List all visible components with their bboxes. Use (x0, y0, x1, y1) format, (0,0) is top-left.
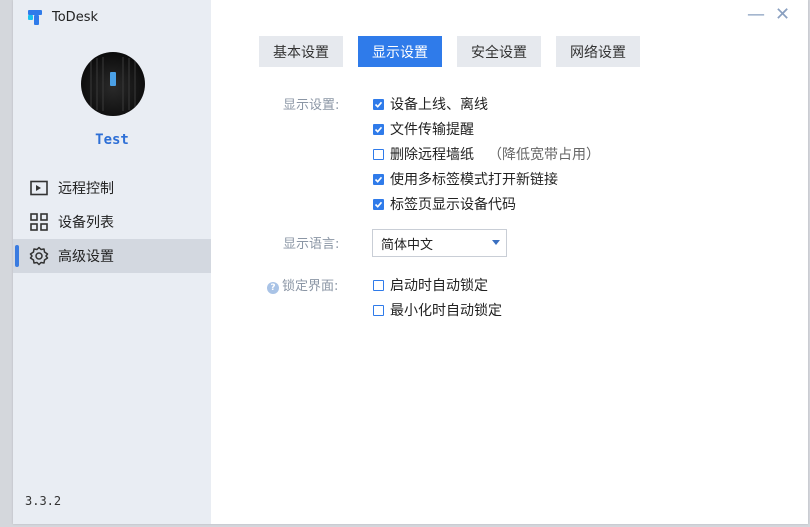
avatar[interactable] (81, 52, 145, 116)
display-settings-label: 显示设置: (283, 98, 340, 113)
option-tab-show-device-code[interactable]: 标签页显示设备代码 (373, 194, 516, 214)
app-version: 3.3.2 (25, 494, 62, 508)
option-multi-tab-mode[interactable]: 使用多标签模式打开新链接 (373, 169, 558, 189)
option-remove-remote-wallpaper[interactable]: 删除远程墙纸 （降低宽带占用） (373, 144, 600, 164)
option-label: 最小化时自动锁定 (390, 303, 502, 319)
sidebar-nav: 远程控制 设备列表 高级设置 (13, 171, 211, 273)
settings-tabs: 基本设置 显示设置 安全设置 网络设置 (259, 36, 655, 67)
tab-network-settings[interactable]: 网络设置 (556, 36, 640, 67)
checkbox-unchecked[interactable] (373, 279, 384, 291)
sidebar-item-label: 远程控制 (58, 181, 114, 197)
option-label: 设备上线、离线 (390, 97, 488, 113)
option-label: 删除远程墙纸 (390, 147, 474, 163)
sidebar-item-remote-control[interactable]: 远程控制 (13, 171, 211, 205)
help-icon[interactable]: ? (267, 282, 279, 294)
dropdown-caret-icon (492, 240, 500, 245)
option-label: 标签页显示设备代码 (390, 197, 516, 213)
lock-interface-label: ? 锁定界面: (267, 275, 338, 294)
device-grid-icon (29, 212, 49, 232)
sidebar-item-label: 高级设置 (58, 249, 114, 265)
option-label: 文件传输提醒 (390, 122, 474, 138)
option-label: 启动时自动锁定 (390, 278, 488, 294)
sidebar: ToDesk Test 远程控制 设备列表 高级设置 3.3.2 (13, 0, 211, 524)
checkbox-checked[interactable] (373, 173, 384, 185)
option-file-transfer-alert[interactable]: 文件传输提醒 (373, 119, 474, 139)
app-name: ToDesk (52, 9, 98, 25)
username: Test (95, 132, 129, 148)
tab-security-settings[interactable]: 安全设置 (457, 36, 541, 67)
option-lock-on-startup[interactable]: 启动时自动锁定 (373, 275, 488, 295)
tab-basic-settings[interactable]: 基本设置 (259, 36, 343, 67)
language-select-value: 简体中文 (381, 237, 434, 253)
checkbox-checked[interactable] (373, 123, 384, 135)
option-device-online-offline[interactable]: 设备上线、离线 (373, 94, 488, 114)
avatar-phone-graphic (110, 72, 116, 86)
checkbox-checked[interactable] (373, 98, 384, 110)
option-label: 使用多标签模式打开新链接 (390, 172, 558, 188)
option-note: （降低宽带占用） (488, 147, 600, 163)
sidebar-item-label: 设备列表 (58, 215, 114, 231)
remote-control-icon (29, 178, 49, 198)
todesk-logo-icon (28, 10, 42, 25)
gear-icon (29, 246, 49, 266)
checkbox-checked[interactable] (373, 198, 384, 210)
sidebar-item-advanced-settings[interactable]: 高级设置 (13, 239, 211, 273)
app-brand: ToDesk (27, 8, 98, 26)
minimize-button[interactable]: — (747, 6, 765, 24)
checkbox-unchecked[interactable] (373, 304, 384, 316)
sidebar-item-device-list[interactable]: 设备列表 (13, 205, 211, 239)
display-language-label: 显示语言: (283, 237, 340, 252)
language-select[interactable]: 简体中文 (372, 229, 507, 257)
option-lock-on-minimize[interactable]: 最小化时自动锁定 (373, 300, 502, 320)
tab-display-settings[interactable]: 显示设置 (358, 36, 442, 67)
close-button[interactable]: ✕ (775, 6, 790, 24)
checkbox-unchecked[interactable] (373, 148, 384, 160)
todesk-window: ToDesk Test 远程控制 设备列表 高级设置 3.3.2 — ✕ 基本设… (13, 0, 808, 524)
